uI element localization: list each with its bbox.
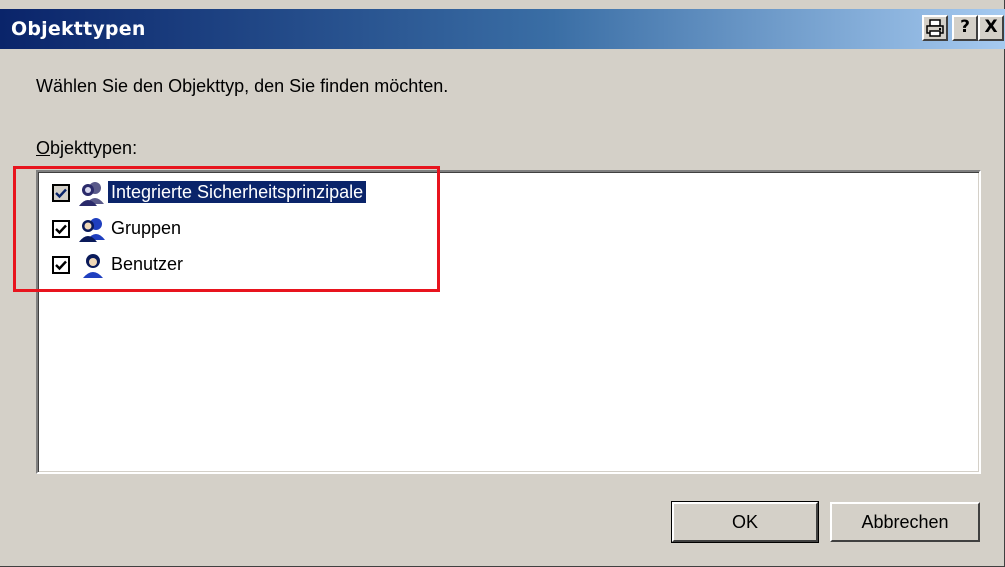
dialog-description: Wählen Sie den Objekttyp, den Sie finden… [36,76,449,96]
checkmark-icon [55,188,67,199]
checkbox-groups[interactable] [52,220,70,238]
user-icon [83,254,103,278]
security-principals-icon [79,182,104,206]
ok-button[interactable]: OK [671,501,819,543]
object-types-label: Objekttypen: [36,138,137,159]
checkmark-icon [55,224,67,235]
help-button[interactable]: ? [952,15,978,41]
checkmark-icon [55,260,67,271]
list-item-label: Benutzer [111,254,184,274]
list-item-label: Integrierte Sicherheitsprinzipale [106,180,368,204]
list-item-integrated-security-principals[interactable]: Integrierte Sicherheitsprinzipale [52,178,952,208]
printer-icon [926,19,944,37]
checkbox-users[interactable] [52,256,70,274]
cancel-button[interactable]: Abbrechen [830,502,980,542]
close-button[interactable]: X [978,15,1004,41]
list-item-users[interactable]: Benutzer [52,250,952,280]
label-accelerator: O [36,138,51,158]
label-text: bjekttypen: [50,138,138,158]
print-button[interactable] [922,15,948,41]
object-types-dialog: Objekttypen ? X Wählen Sie den Objekttyp… [0,0,1005,567]
list-item-label: Gruppen [111,218,182,238]
object-types-list[interactable]: Integrierte Sicherheitsprinzipale Gruppe… [36,170,981,474]
window-title: Objekttypen [11,18,146,40]
group-icon [79,218,105,242]
title-bar[interactable]: Objekttypen ? X [0,9,1005,49]
list-item-groups[interactable]: Gruppen [52,214,952,244]
checkbox-integrated-security-principals[interactable] [52,184,70,202]
